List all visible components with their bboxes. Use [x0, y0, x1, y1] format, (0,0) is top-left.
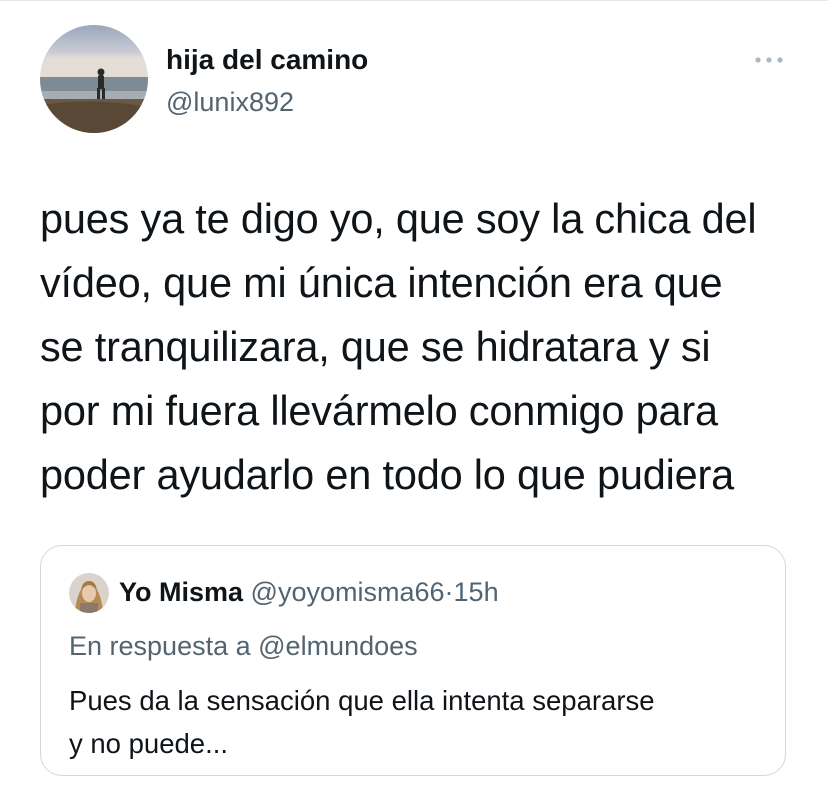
- quoted-author-display-name[interactable]: Yo Misma: [119, 577, 243, 607]
- tweet-text-line: vídeo, que mi única intención era que: [40, 259, 723, 306]
- reply-context: En respuesta a @elmundoes: [69, 630, 418, 662]
- quoted-tweet-card[interactable]: Yo Misma @yoyomisma66·15h En respuesta a…: [40, 545, 786, 776]
- quoted-tweet-timestamp[interactable]: 15h: [454, 577, 499, 607]
- quoted-text-line: y no puede...: [69, 728, 229, 759]
- tweet-text: pues ya te digo yo, que soy la chica del…: [40, 187, 810, 507]
- quoted-tweet-header: Yo Misma @yoyomisma66·15h: [119, 576, 499, 608]
- quoted-tweet-text: Pues da la sensación que ella intenta se…: [69, 679, 769, 765]
- quoted-author-avatar[interactable]: [69, 573, 109, 613]
- reply-prefix: En respuesta a: [69, 631, 251, 661]
- reply-mention-link[interactable]: @elmundoes: [258, 631, 418, 661]
- quoted-text-line: Pues da la sensación que ella intenta se…: [69, 685, 655, 716]
- author-display-name[interactable]: hija del camino: [166, 44, 368, 76]
- tweet-text-line: por mi fuera llevármelo conmigo para: [40, 387, 718, 434]
- quoted-author-handle[interactable]: @yoyomisma66: [251, 577, 445, 607]
- tweet-text-line: se tranquilizara, que se hidratara y si: [40, 323, 711, 370]
- more-options-button[interactable]: [750, 48, 790, 72]
- tweet-text-line: poder ayudarlo en todo lo que pudiera: [40, 451, 735, 498]
- top-divider: [0, 0, 828, 1]
- ellipsis-icon: [755, 57, 783, 63]
- author-handle[interactable]: @lunix892: [166, 86, 294, 118]
- profile-photo-beach-icon: [40, 25, 148, 133]
- author-avatar[interactable]: [40, 25, 148, 133]
- tweet-text-line: pues ya te digo yo, que soy la chica del: [40, 195, 757, 242]
- profile-photo-woman-icon: [69, 573, 109, 613]
- header-separator: ·: [444, 577, 454, 607]
